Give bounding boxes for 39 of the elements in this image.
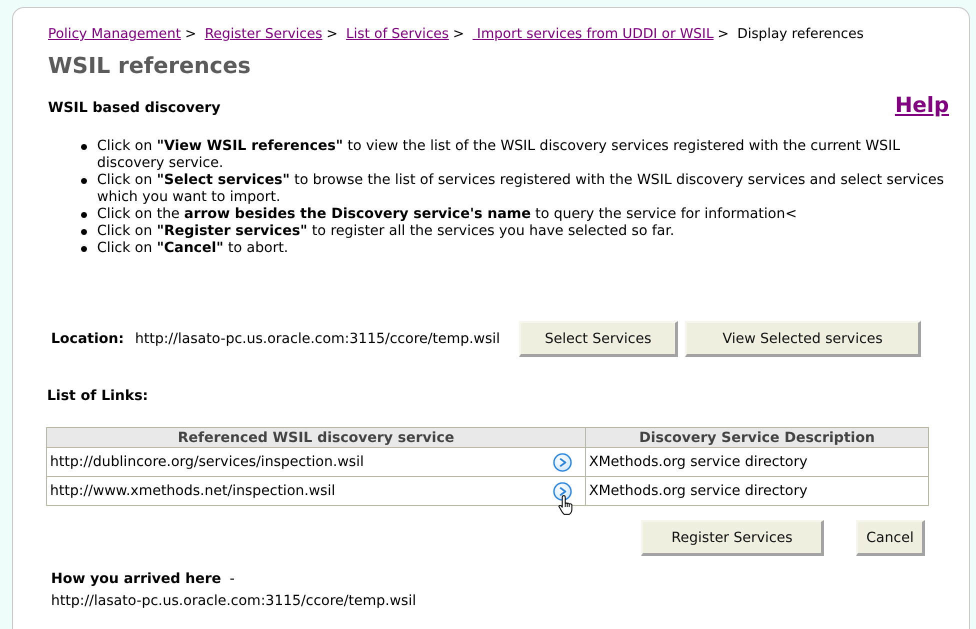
instruction-text: Click on "Register services" to register all the services you have selected so far. xyxy=(97,223,674,240)
breadcrumb-link[interactable]: List of Services xyxy=(346,26,449,42)
breadcrumb-separator: > xyxy=(718,26,729,42)
form-button[interactable]: Select Services xyxy=(519,321,678,357)
bullet-icon xyxy=(81,144,87,150)
page-title: WSIL references xyxy=(48,53,251,81)
breadcrumb-separator: > xyxy=(326,26,338,42)
arrived-value: http://lasato-pc.us.oracle.com:3115/ccore/temp.wsil xyxy=(51,593,416,609)
column-header: Referenced WSIL discovery service xyxy=(46,428,586,448)
table-cell: http://www.xmethods.net/inspection.wsil xyxy=(46,476,553,506)
help-link[interactable]: Help xyxy=(894,93,949,117)
instruction-text: Click on "Cancel" to abort. xyxy=(97,240,288,257)
table-cell: XMethods.org service directory xyxy=(586,476,928,506)
location-label: Location: xyxy=(51,331,124,347)
breadcrumb-current: Display references xyxy=(737,26,864,42)
form-button[interactable]: Cancel xyxy=(856,520,925,556)
instruction-text: Click on "View WSIL references" to view the list of the WSIL discovery services registered with the current WSIL discovery service. xyxy=(97,138,901,172)
column-header: Discovery Service Description xyxy=(586,428,928,448)
breadcrumb-separator: > xyxy=(452,26,464,42)
breadcrumb-link[interactable]: Policy Management xyxy=(48,26,181,42)
table-cell: http://dublincore.org/services/inspection.wsil xyxy=(46,448,553,476)
instruction-text: Click on "Select services" to browse the list of services registered with the WSIL discovery services and select services which you want to import. xyxy=(97,172,945,206)
chevron-circle-icon[interactable] xyxy=(553,482,572,500)
section-title: WSIL based discovery xyxy=(48,99,220,118)
bullet-icon xyxy=(81,246,87,252)
form-button[interactable]: Register Services xyxy=(641,520,824,556)
links-title: List of Links: xyxy=(47,388,148,404)
breadcrumb-link[interactable]: Import services from UDDI or WSIL xyxy=(472,26,714,42)
location-value: http://lasato-pc.us.oracle.com:3115/ccore/temp.wsil xyxy=(134,331,500,347)
instruction-text: Click on the arrow besides the Discovery service's name to query the service for information< xyxy=(97,206,797,223)
bullet-icon xyxy=(81,229,87,235)
arrived-separator: - xyxy=(230,571,235,587)
breadcrumb-link[interactable]: Register Services xyxy=(204,26,322,42)
breadcrumb-separator: > xyxy=(184,26,196,42)
arrived-label: How you arrived here xyxy=(51,571,222,587)
form-button[interactable]: View Selected services xyxy=(685,321,922,357)
table-cell: XMethods.org service directory xyxy=(586,448,928,476)
bullet-icon xyxy=(81,212,87,218)
bullet-icon xyxy=(81,178,87,184)
